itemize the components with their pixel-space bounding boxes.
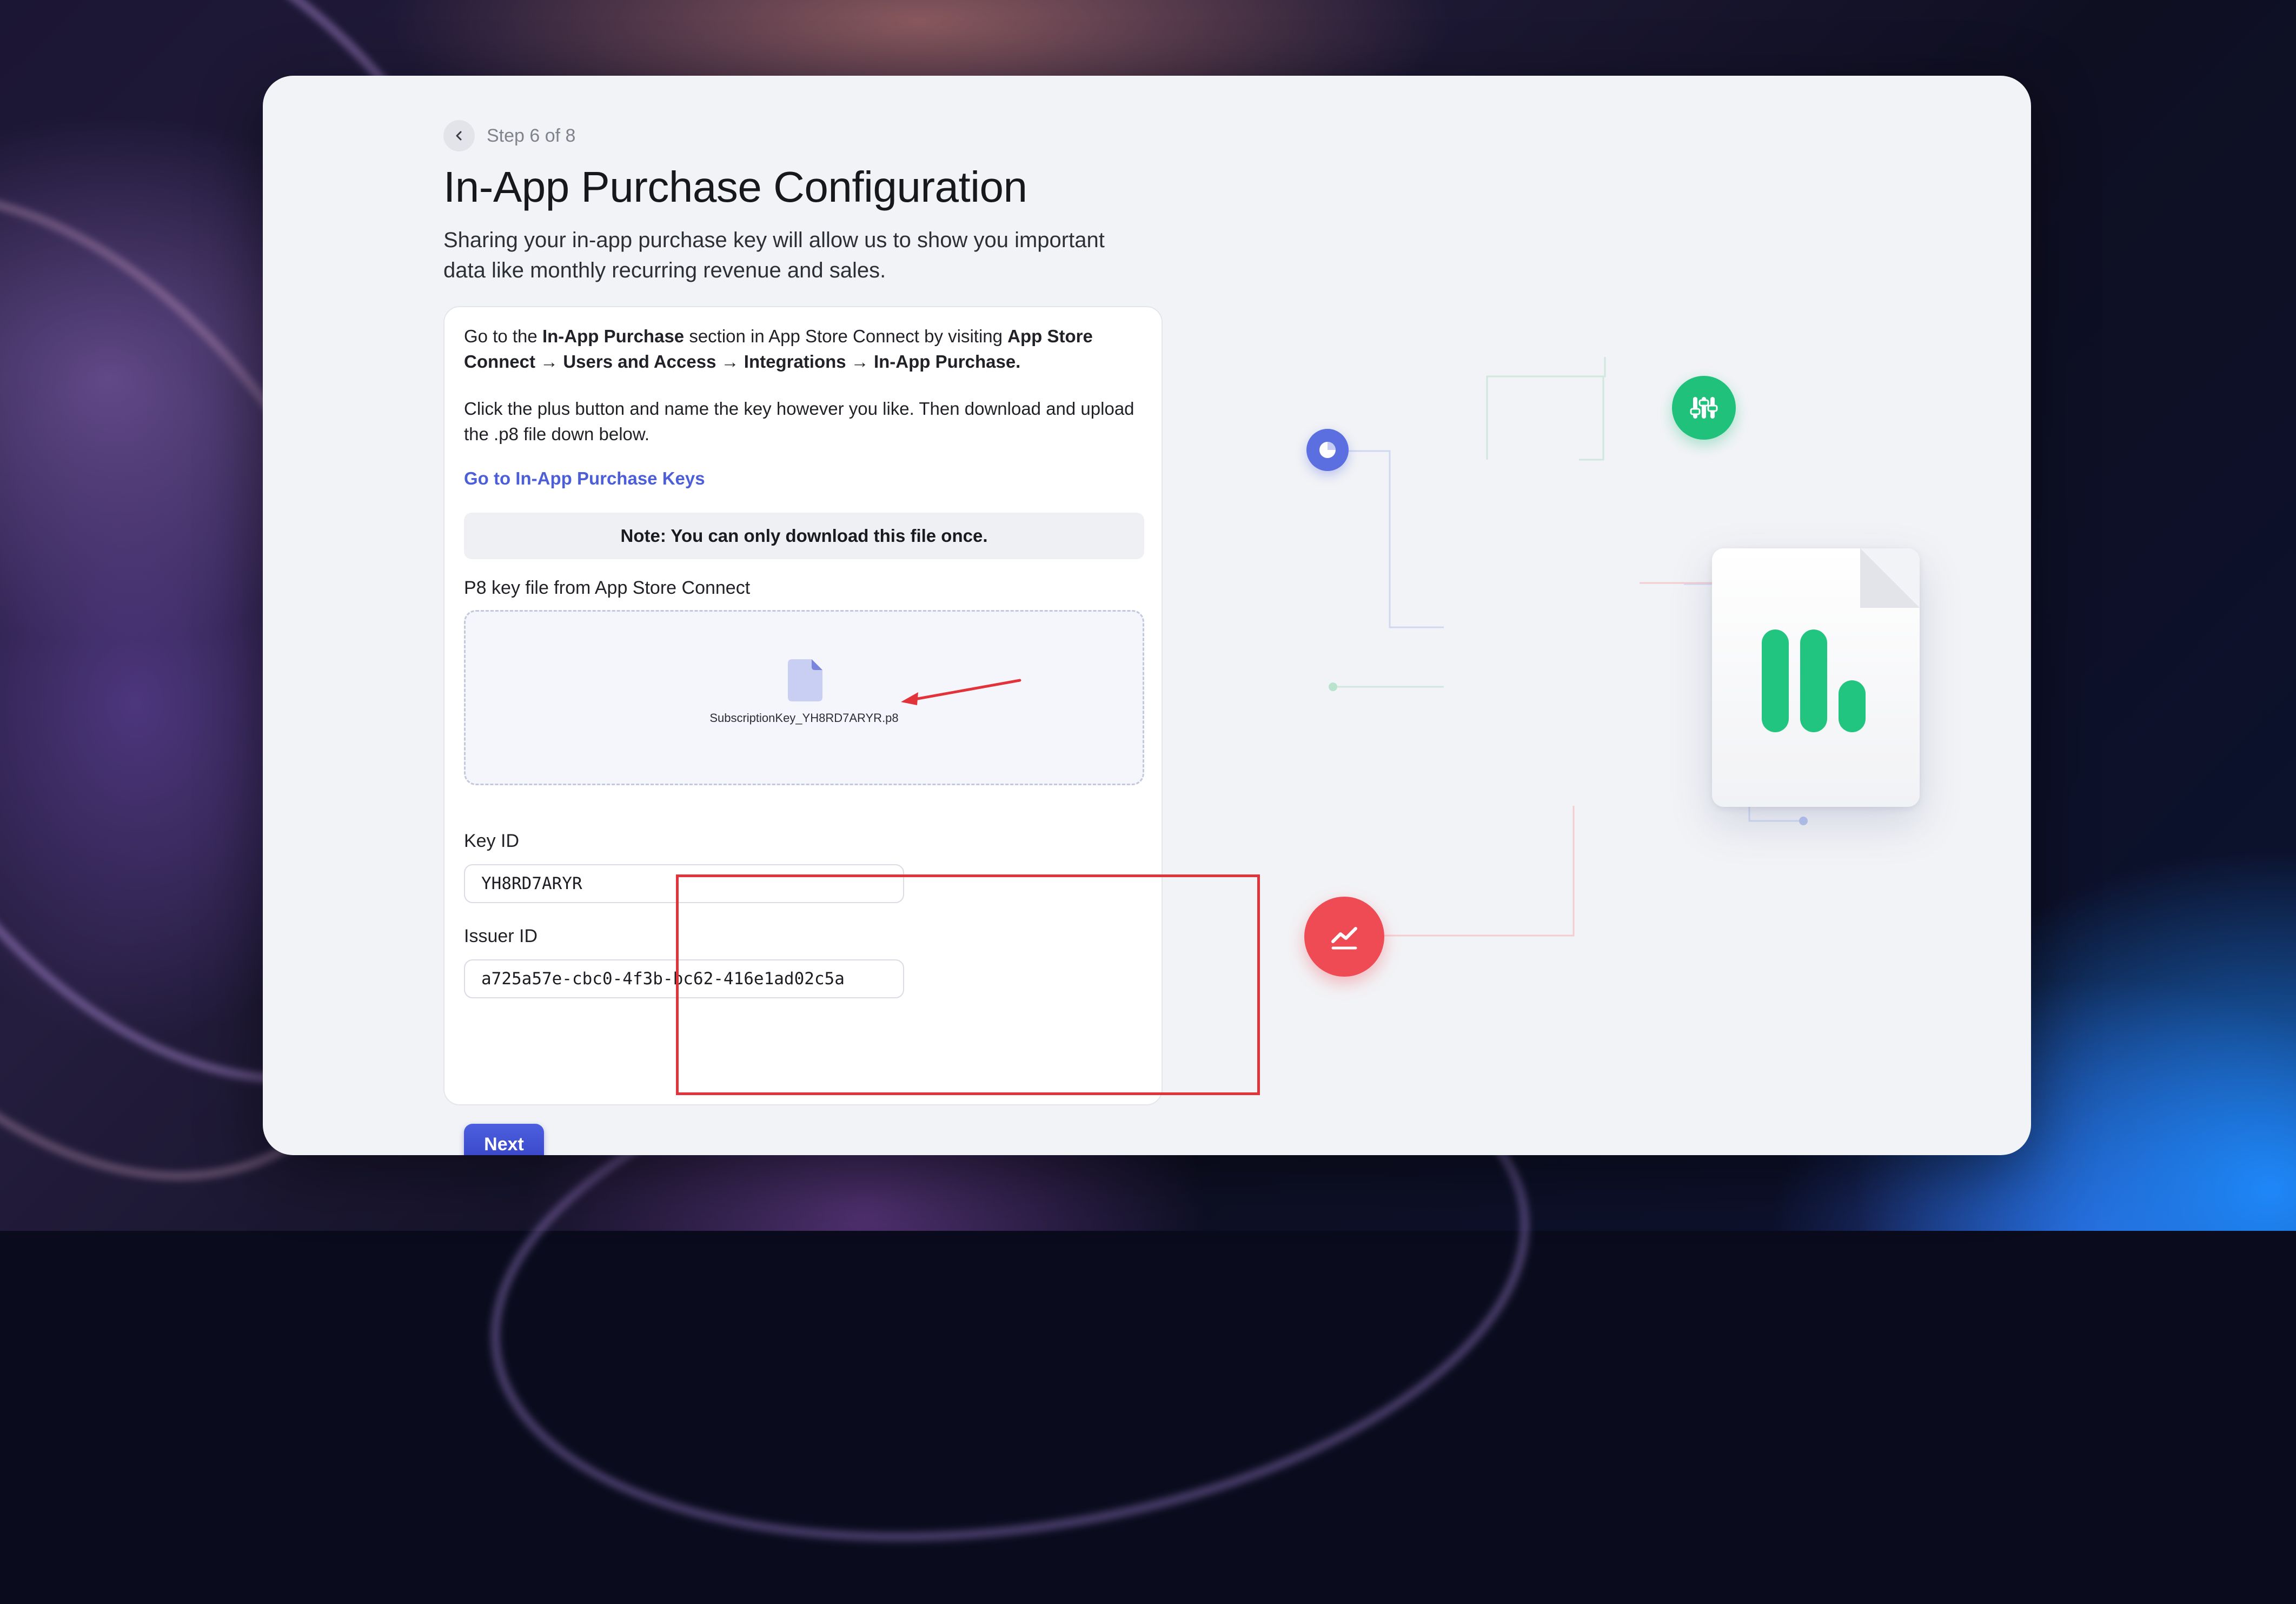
chevron-left-icon [456,131,462,141]
document-fold [1860,548,1920,608]
filters-icon-badge [1672,376,1736,440]
download-once-note: Note: You can only download this file on… [464,513,1144,559]
trend-line-icon [1331,927,1357,950]
trend-line-icon-badge [1304,897,1384,977]
p8-file-dropzone[interactable]: SubscriptionKey_YH8RD7ARYR.p8 [464,610,1144,785]
page-title: In-App Purchase Configuration [443,163,1027,211]
instructions-paragraph-2: Click the plus button and name the key h… [464,399,1134,444]
upload-label: P8 key file from App Store Connect [464,578,751,598]
step-label: Step 6 of 8 [487,125,576,146]
bar-chart-icon [1839,680,1866,732]
issuer-id-input[interactable] [464,959,904,998]
key-id-label: Key ID [464,831,520,851]
document-icon [788,659,822,701]
instructions-paragraph-1: Go to the In-App Purchase section in App… [464,323,1140,374]
iap-keys-link[interactable]: Go to In-App Purchase Keys [464,468,705,489]
issuer-id-label: Issuer ID [464,926,538,946]
pie-chart-icon [1319,442,1336,458]
bar-chart-icon [1762,629,1789,732]
annotation-arrow [901,679,1021,705]
bar-chart-icon [1800,629,1827,732]
instructions-text: Go to the [464,326,542,346]
page-subtitle: Sharing your in-app purchase key will al… [443,228,1105,282]
instructions-bold-section: In-App Purchase [542,326,685,346]
pie-chart-icon-badge [1306,429,1349,471]
back-button[interactable] [443,120,475,151]
key-id-input[interactable] [464,864,904,903]
next-button[interactable]: Next [464,1124,544,1155]
filters-icon [1690,397,1718,419]
bar-chart-document [1712,548,1920,807]
instructions-card: Go to the In-App Purchase section in App… [443,306,1163,1155]
onboarding-window: Step 6 of 8 In-App Purchase Configuratio… [263,76,2031,1155]
uploaded-file-name: SubscriptionKey_YH8RD7ARYR.p8 [709,711,899,725]
instructions-text: section in App Store Connect by visiting [684,326,1008,346]
step-indicator: Step 6 of 8 [443,120,575,151]
analytics-illustration [1304,281,1920,1038]
